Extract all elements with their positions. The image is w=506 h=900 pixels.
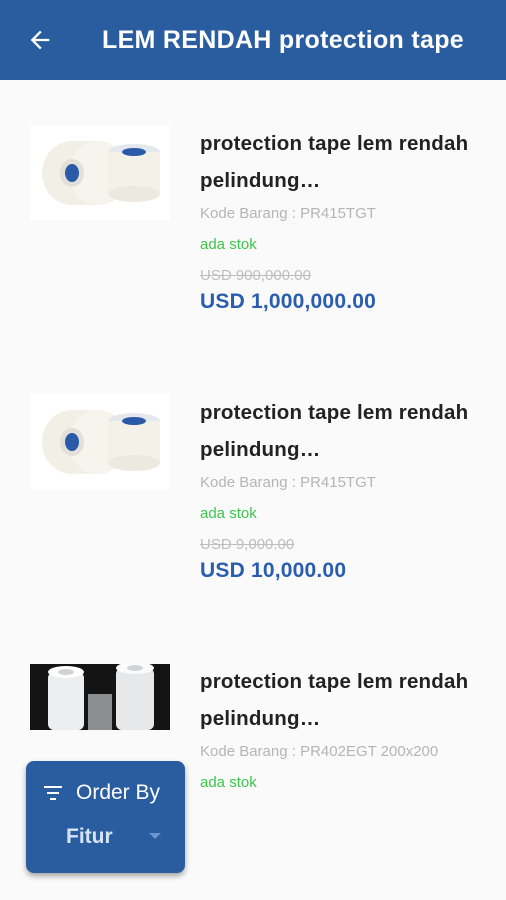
price: USD 1,000,000.00 [200, 290, 376, 313]
arrow-left-icon [30, 30, 50, 50]
product-image [30, 125, 170, 220]
product-code: Kode Barang : PR402EGT 200x200 [200, 743, 439, 760]
product-info: protection tape lem rendah pelindung… Ko… [200, 663, 490, 791]
product-info: protection tape lem rendah pelindung… Ko… [200, 394, 490, 583]
product-name: protection tape lem rendah pelindung… [200, 132, 469, 192]
order-by-value: Fitur [66, 825, 113, 848]
price: USD 10,000.00 [200, 559, 347, 582]
order-by-button[interactable]: Order By Fitur [26, 761, 185, 873]
product-name: protection tape lem rendah pelindung… [200, 670, 469, 730]
order-by-label: Order By [76, 781, 161, 804]
old-price: USD 900,000.00 [200, 267, 311, 284]
product-image [30, 394, 170, 489]
product-name: protection tape lem rendah pelindung… [200, 401, 469, 461]
product-code: Kode Barang : PR415TGT [200, 474, 376, 491]
product-code: Kode Barang : PR415TGT [200, 205, 376, 222]
page-title: LEM RENDAH protection tape [102, 25, 464, 54]
stock-status: ada stok [200, 774, 257, 791]
product-info: protection tape lem rendah pelindung… Ko… [200, 125, 490, 314]
product-image [30, 664, 170, 730]
back-button[interactable] [0, 0, 80, 80]
sort-icon [44, 786, 62, 800]
app-bar: LEM RENDAH protection tape [0, 0, 506, 80]
product-item[interactable]: protection tape lem rendah pelindung… Ko… [0, 80, 506, 340]
old-price: USD 9,000.00 [200, 536, 295, 553]
stock-status: ada stok [200, 236, 257, 253]
order-by-header: Order By [44, 781, 160, 805]
stock-status: ada stok [200, 505, 257, 522]
caret-down-icon [149, 833, 161, 839]
product-item[interactable]: protection tape lem rendah pelindung… Ko… [0, 349, 506, 609]
